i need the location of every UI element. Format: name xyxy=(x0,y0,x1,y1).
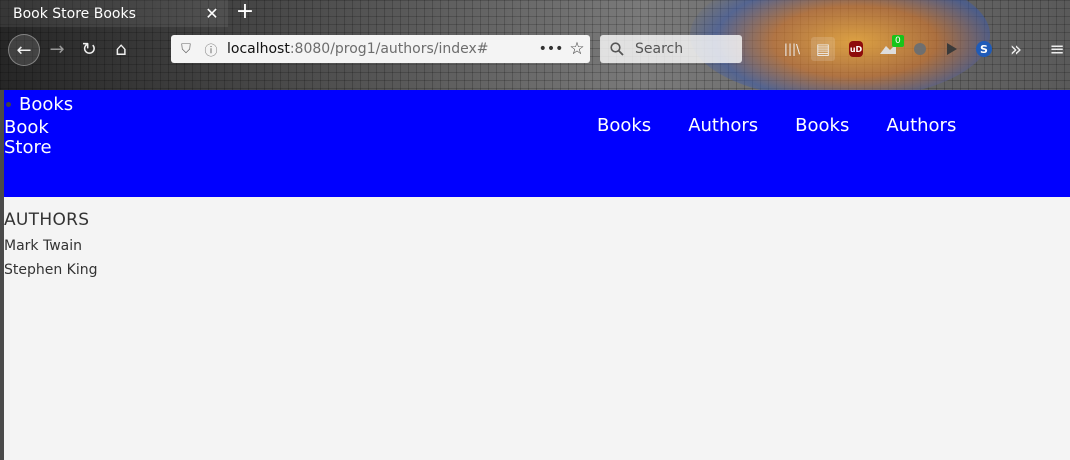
nav-link-authors[interactable]: Authors xyxy=(688,115,758,136)
new-tab-button[interactable]: + xyxy=(234,1,256,24)
extension-gear-icon[interactable] xyxy=(908,37,932,61)
page-title: AUTHORS xyxy=(4,210,90,230)
browser-chrome: Book Store Books ✕ + ← → ↻ ⌂ ⛉ ⓘ localho… xyxy=(0,0,1070,90)
extension-pocket-icon[interactable] xyxy=(940,37,964,61)
reload-button[interactable]: ↻ xyxy=(74,34,104,64)
search-icon xyxy=(608,40,626,58)
forward-button[interactable]: → xyxy=(42,34,72,64)
main-nav: Books Authors Books Authors xyxy=(597,115,993,136)
search-placeholder: Search xyxy=(635,41,684,57)
tab-close-icon[interactable]: ✕ xyxy=(202,4,222,24)
bullet-list: Books xyxy=(4,94,73,115)
site-header: Books Book Store Books Authors Books Aut… xyxy=(4,90,1070,197)
list-item: Books xyxy=(4,94,73,115)
web-page: Books Book Store Books Authors Books Aut… xyxy=(4,90,1070,460)
back-button[interactable]: ← xyxy=(8,34,40,66)
url-host: localhost xyxy=(227,41,290,57)
reload-icon: ↻ xyxy=(81,38,97,60)
tab-title: Book Store Books xyxy=(13,5,136,22)
tracking-shield-icon[interactable]: ⛉ xyxy=(176,39,196,59)
ublock-icon[interactable]: uD xyxy=(849,41,863,57)
extension-badge: 0 xyxy=(892,35,904,47)
url-text[interactable]: localhost:8080/prog1/authors/index# xyxy=(227,41,538,57)
hamburger-menu-icon[interactable]: ≡ xyxy=(1045,37,1069,61)
bookmark-star-icon[interactable]: ☆ xyxy=(564,37,590,61)
home-button[interactable]: ⌂ xyxy=(106,34,136,64)
overflow-menu-icon[interactable]: » xyxy=(1004,37,1028,61)
library-icon[interactable]: |||\ xyxy=(780,37,804,61)
nav-link-authors-2[interactable]: Authors xyxy=(886,115,956,136)
site-info-icon[interactable]: ⓘ xyxy=(201,39,221,59)
nav-link-books-2[interactable]: Books xyxy=(795,115,849,136)
site-brand[interactable]: Book Store xyxy=(4,118,64,158)
s-extension-icon[interactable]: S xyxy=(976,41,992,57)
browser-tab[interactable]: Book Store Books ✕ xyxy=(0,0,228,27)
bullet-books-link[interactable]: Books xyxy=(19,94,73,115)
nav-link-books[interactable]: Books xyxy=(597,115,651,136)
reader-view-icon[interactable]: ▤ xyxy=(811,37,835,61)
author-item: Stephen King xyxy=(4,262,98,278)
author-item: Mark Twain xyxy=(4,238,82,254)
url-bar[interactable]: ⛉ ⓘ localhost:8080/prog1/authors/index# … xyxy=(171,35,590,63)
home-icon: ⌂ xyxy=(115,38,127,60)
page-actions-icon[interactable]: ••• xyxy=(538,37,564,61)
bullet-icon xyxy=(6,102,11,107)
back-arrow-icon: ← xyxy=(16,39,32,61)
url-path: :8080/prog1/authors/index# xyxy=(289,41,489,57)
forward-arrow-icon: → xyxy=(49,38,65,60)
main-content: AUTHORS Mark Twain Stephen King xyxy=(4,210,98,278)
search-input[interactable]: Search xyxy=(600,35,742,63)
